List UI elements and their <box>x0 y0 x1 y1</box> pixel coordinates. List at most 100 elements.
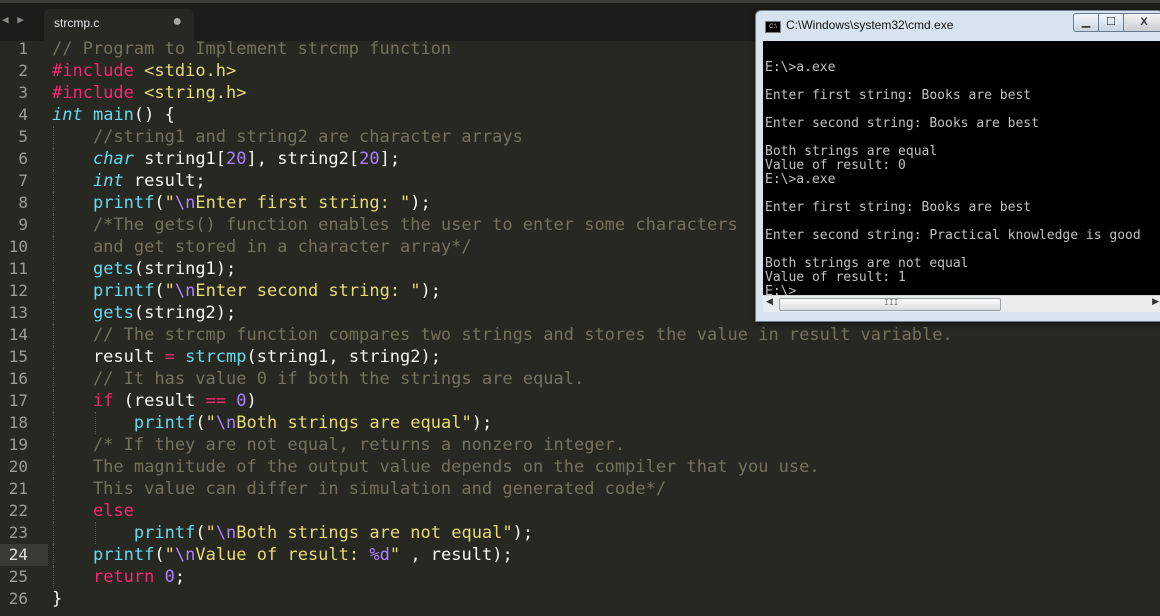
code-token: 20 <box>359 149 380 169</box>
code-token: else <box>92 501 134 521</box>
minimize-button[interactable]: ▁ <box>1073 13 1099 32</box>
scroll-left-icon[interactable]: ◀ <box>766 297 773 307</box>
indent-guide <box>53 544 54 566</box>
indent-guide <box>53 434 54 456</box>
code-text[interactable]: printf("\nBoth strings are not equal"); <box>52 522 533 544</box>
code-text[interactable]: The magnitude of the output value depend… <box>52 456 820 478</box>
code-line[interactable]: 21 This value can differ in simulation a… <box>0 478 1160 500</box>
code-line[interactable]: 25 return 0; <box>0 566 1160 588</box>
code-line[interactable]: 16 // It has value 0 if both the strings… <box>0 368 1160 390</box>
console-line: E:\> <box>765 284 797 296</box>
code-text[interactable]: printf("\nEnter first string: "); <box>52 192 431 214</box>
code-text[interactable]: int main() { <box>52 104 175 126</box>
code-token: ]; <box>379 149 401 169</box>
code-line[interactable]: 23 printf("\nBoth strings are not equal"… <box>0 522 1160 544</box>
cmd-window[interactable]: C:\ C:\Windows\system32\cmd.exe ▁ ☐ X E:… <box>755 10 1160 322</box>
console-line: E:\>a.exe <box>765 60 836 75</box>
line-number: 1 <box>18 39 28 58</box>
line-number: 5 <box>18 127 28 146</box>
code-token: Both strings are equal" <box>236 413 472 433</box>
line-number: 20 <box>8 457 28 476</box>
code-token: () { <box>133 105 175 125</box>
code-text[interactable]: and get stored in a character array*/ <box>52 236 472 258</box>
code-token: ( <box>154 281 165 301</box>
code-line[interactable]: 22 else <box>0 500 1160 522</box>
code-text[interactable]: int result; <box>52 170 206 192</box>
code-text[interactable]: char string1[20], string2[20]; <box>52 148 400 170</box>
scroll-right-icon[interactable]: ▶ <box>1152 297 1159 307</box>
code-text[interactable]: #include <string.h> <box>52 82 247 104</box>
code-text[interactable]: /*The gets() function enables the user t… <box>52 214 738 236</box>
indent-guide <box>53 170 54 192</box>
code-text[interactable]: } <box>52 588 62 610</box>
tab-nav-arrows-icon[interactable]: ◀ ▶ <box>2 13 25 26</box>
code-token: " <box>164 545 175 565</box>
code-token: /*The gets() function enables the user t… <box>52 215 738 235</box>
code-token: string1[ <box>133 149 227 169</box>
code-text[interactable]: //string1 and string2 are character arra… <box>52 126 523 148</box>
code-token: = <box>164 347 175 367</box>
unsaved-dot-icon[interactable]: ● <box>172 13 182 31</box>
code-text[interactable]: #include <stdio.h> <box>52 60 236 82</box>
console-line: Both strings are equal <box>765 144 938 159</box>
code-line[interactable]: 20 The magnitude of the output value dep… <box>0 456 1160 478</box>
code-token: Enter second string: " <box>195 281 421 301</box>
cmd-title-bar[interactable]: C:\ C:\Windows\system32\cmd.exe ▁ ☐ X <box>756 11 1160 37</box>
code-line[interactable]: 24 printf("\nValue of result: %d" , resu… <box>0 544 1160 566</box>
code-text[interactable]: result = strcmp(string1, string2); <box>52 346 441 368</box>
indent-guide <box>53 280 54 302</box>
maximize-button[interactable]: ☐ <box>1098 13 1124 32</box>
code-text[interactable]: // It has value 0 if both the strings ar… <box>52 368 584 390</box>
code-token: \n <box>174 193 196 213</box>
code-text[interactable]: return 0; <box>52 566 185 588</box>
code-text[interactable]: if (result == 0) <box>52 390 257 412</box>
code-text[interactable]: // Program to Implement strcmp function <box>52 38 451 60</box>
horizontal-scrollbar[interactable]: ◀ III ▶ <box>763 295 1160 312</box>
code-line[interactable]: 26} <box>0 588 1160 610</box>
code-line[interactable]: 14 // The strcmp function compares two s… <box>0 324 1160 346</box>
code-text[interactable]: printf("\nBoth strings are equal"); <box>52 412 492 434</box>
code-token: ; <box>174 567 186 587</box>
tab-strcmp-c[interactable]: strcmp.c ● <box>44 9 194 41</box>
code-line[interactable]: 17 if (result == 0) <box>0 390 1160 412</box>
console-line: Enter second string: Books are best <box>765 116 1039 131</box>
close-button[interactable]: X <box>1123 13 1160 32</box>
line-number: 14 <box>8 325 28 344</box>
code-token: \n <box>215 413 237 433</box>
code-line[interactable]: 19 /* If they are not equal, returns a n… <box>0 434 1160 456</box>
code-token: printf <box>92 281 155 301</box>
code-token: printf <box>133 413 196 433</box>
code-line[interactable]: 15 result = strcmp(string1, string2); <box>0 346 1160 368</box>
console-line: Both strings are not equal <box>765 256 969 271</box>
code-line[interactable]: 18 printf("\nBoth strings are equal"); <box>0 412 1160 434</box>
code-text[interactable]: This value can differ in simulation and … <box>52 478 666 500</box>
indent-guide <box>53 390 54 412</box>
indent-guide <box>53 566 54 588</box>
code-token: gets <box>92 259 134 279</box>
code-token: " <box>389 545 401 565</box>
code-text[interactable]: else <box>52 500 134 522</box>
code-token: (result <box>113 391 206 411</box>
code-token: gets <box>92 303 134 323</box>
code-token: //string1 and string2 are character arra… <box>52 127 523 147</box>
code-text[interactable]: gets(string2); <box>52 302 236 324</box>
line-number: 12 <box>8 281 28 300</box>
code-text[interactable]: /* If they are not equal, returns a nonz… <box>52 434 625 456</box>
indent-guide <box>53 192 54 214</box>
console-output[interactable]: E:\>a.exe Enter first string: Books are b… <box>763 41 1160 295</box>
indent-guide <box>95 412 96 434</box>
code-text[interactable]: // The strcmp function compares two stri… <box>52 324 953 346</box>
code-text[interactable]: gets(string1); <box>52 258 236 280</box>
code-token: // The strcmp function compares two stri… <box>52 325 953 345</box>
scrollbar-thumb[interactable]: III <box>779 298 1001 311</box>
code-token: return <box>92 567 155 587</box>
code-text[interactable]: printf("\nEnter second string: "); <box>52 280 441 302</box>
indent-guide <box>53 346 54 368</box>
code-text[interactable]: printf("\nValue of result: %d" , result)… <box>52 544 513 566</box>
